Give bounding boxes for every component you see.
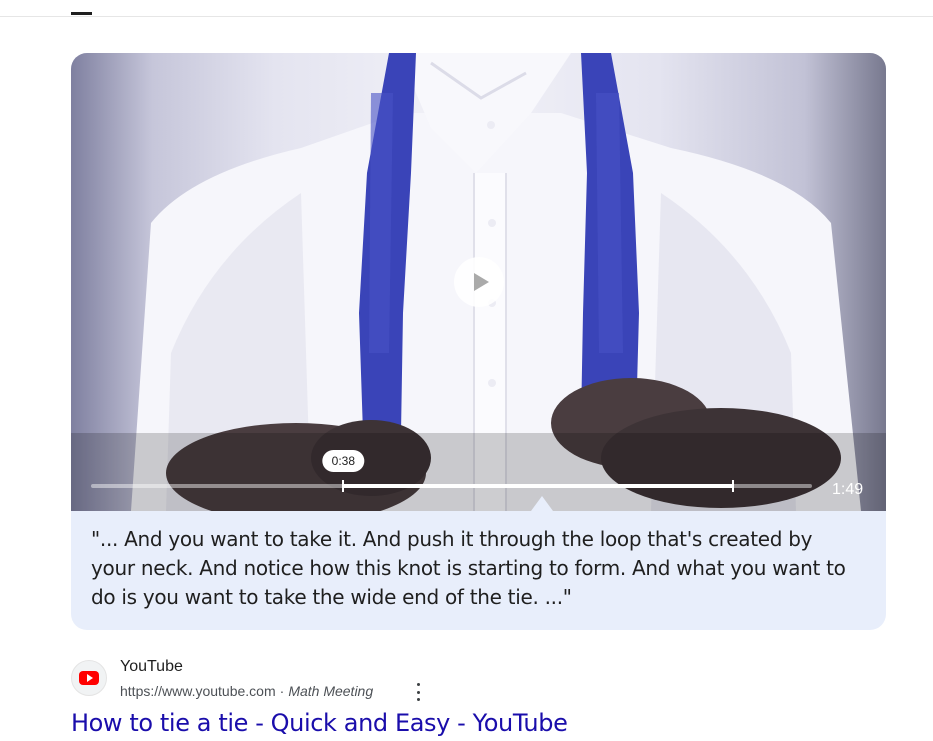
more-vert-icon xyxy=(416,683,420,686)
play-button[interactable] xyxy=(454,257,504,307)
play-icon xyxy=(474,273,489,291)
source-url-line: https://www.youtube.com · Math Meeting xyxy=(120,683,373,699)
seek-bar[interactable] xyxy=(91,480,812,492)
video-thumbnail[interactable]: 0:38 1:49 xyxy=(71,53,886,511)
seek-end-marker xyxy=(731,480,734,492)
video-duration: 1:49 xyxy=(832,481,864,498)
caption-pointer xyxy=(531,496,553,511)
result-source[interactable]: YouTube https://www.youtube.com · Math Mee… xyxy=(71,656,571,706)
transcript-snippet: "... And you want to take it. And push i… xyxy=(91,527,846,609)
seek-start-marker[interactable] xyxy=(342,480,345,492)
source-url: https://www.youtube.com xyxy=(120,683,276,699)
video-card: 0:38 1:49 "... And you want to take it. … xyxy=(71,53,886,630)
more-options-button[interactable] xyxy=(411,683,425,701)
source-author: Math Meeting xyxy=(288,683,374,699)
source-favicon xyxy=(71,660,107,696)
source-name: YouTube xyxy=(120,658,183,675)
source-separator: · xyxy=(279,683,285,699)
active-tab-indicator xyxy=(71,12,92,15)
seek-time-tooltip: 0:38 xyxy=(322,450,365,472)
result-title-link[interactable]: How to tie a tie - Quick and Easy - YouT… xyxy=(71,709,568,737)
seek-highlight-segment xyxy=(343,484,733,488)
youtube-logo-icon xyxy=(79,671,99,685)
top-bar xyxy=(0,0,933,17)
